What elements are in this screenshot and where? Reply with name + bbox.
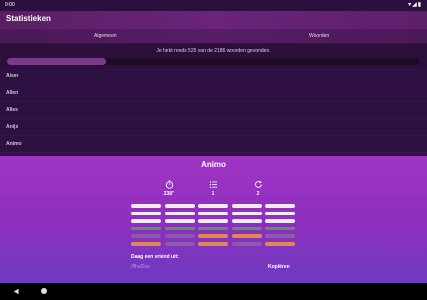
- result-cell: [231, 204, 262, 208]
- copy-button[interactable]: Kopiëren: [268, 264, 290, 270]
- result-cell: [198, 219, 228, 223]
- list-item[interactable]: Allen: [0, 85, 427, 102]
- list-item-label: Aiser: [6, 73, 19, 79]
- status-bar: 9:00 ▾◢▮: [0, 0, 427, 11]
- result-cell: [131, 211, 161, 216]
- share-link[interactable]: /ffhaDue: [131, 264, 150, 270]
- list-item[interactable]: Anijs: [0, 119, 427, 136]
- result-cell: [164, 211, 195, 216]
- result-cell: [265, 204, 295, 208]
- result-cell: [198, 242, 228, 246]
- list-item[interactable]: Alles: [0, 102, 427, 119]
- result-cell: [131, 219, 161, 223]
- back-icon[interactable]: [13, 288, 20, 295]
- result-grid: [131, 204, 297, 248]
- navigation-bar: [0, 283, 427, 300]
- progress-bar: [7, 58, 420, 65]
- result-cell: [198, 204, 228, 208]
- numbered-list-icon: [209, 181, 217, 188]
- tab-bar: Algemeen Woorden: [0, 29, 427, 44]
- detail-word-title: Animo: [201, 160, 226, 169]
- share-label: Daag een vriend uit:: [131, 254, 179, 260]
- list-item[interactable]: Animo: [0, 136, 427, 153]
- result-cell: [131, 234, 161, 238]
- result-cell: [131, 204, 161, 208]
- result-cell: [265, 211, 295, 216]
- result-cell: [265, 219, 295, 223]
- stat-tries: 2: [246, 180, 270, 197]
- result-cell: [164, 242, 195, 246]
- stat-time: 238": [157, 180, 181, 197]
- status-icons: ▾◢▮: [408, 2, 422, 8]
- result-cell: [231, 226, 262, 231]
- clock: 9:00: [5, 2, 15, 8]
- tab-words[interactable]: Woorden: [309, 33, 329, 39]
- result-cell: [231, 234, 262, 238]
- result-cell: [164, 234, 195, 238]
- result-cell: [198, 234, 228, 238]
- result-cell: [265, 226, 295, 231]
- result-cell: [164, 204, 195, 208]
- result-cell: [231, 211, 262, 216]
- list-item-label: Anijs: [6, 124, 19, 130]
- result-cell: [198, 226, 228, 231]
- result-cell: [164, 226, 195, 231]
- stat-guesses-value: 1: [211, 191, 215, 197]
- list-item-label: Alles: [6, 107, 18, 113]
- home-icon[interactable]: [41, 288, 47, 294]
- result-cell: [131, 226, 161, 231]
- list-item[interactable]: Aiser: [0, 68, 427, 85]
- stat-tries-value: 2: [256, 191, 260, 197]
- tab-general[interactable]: Algemeen: [94, 33, 117, 39]
- result-cell: [265, 234, 295, 238]
- result-cell: [231, 242, 262, 246]
- list-item-label: Allen: [6, 90, 19, 96]
- progress-fill: [7, 58, 107, 65]
- result-cell: [164, 219, 195, 223]
- result-cell: [131, 242, 161, 246]
- word-detail-sheet: Animo 238" 1 2 Daag een vriend uit: /ffh…: [0, 156, 427, 283]
- stopwatch-icon: [165, 180, 173, 189]
- app-bar: Statistieken: [0, 11, 427, 29]
- word-list: Aiser Allen Alles Anijs Animo: [0, 68, 427, 156]
- progress-summary: Je hebt reeds 525 van de 2186 woorden ge…: [156, 48, 271, 54]
- page-title: Statistieken: [6, 14, 51, 23]
- stat-time-value: 238": [163, 191, 175, 197]
- list-item-label: Animo: [6, 141, 22, 147]
- result-cell: [198, 211, 228, 216]
- result-cell: [265, 242, 295, 246]
- stat-guesses: 1: [201, 180, 225, 197]
- result-cell: [231, 219, 262, 223]
- refresh-icon: [254, 180, 262, 188]
